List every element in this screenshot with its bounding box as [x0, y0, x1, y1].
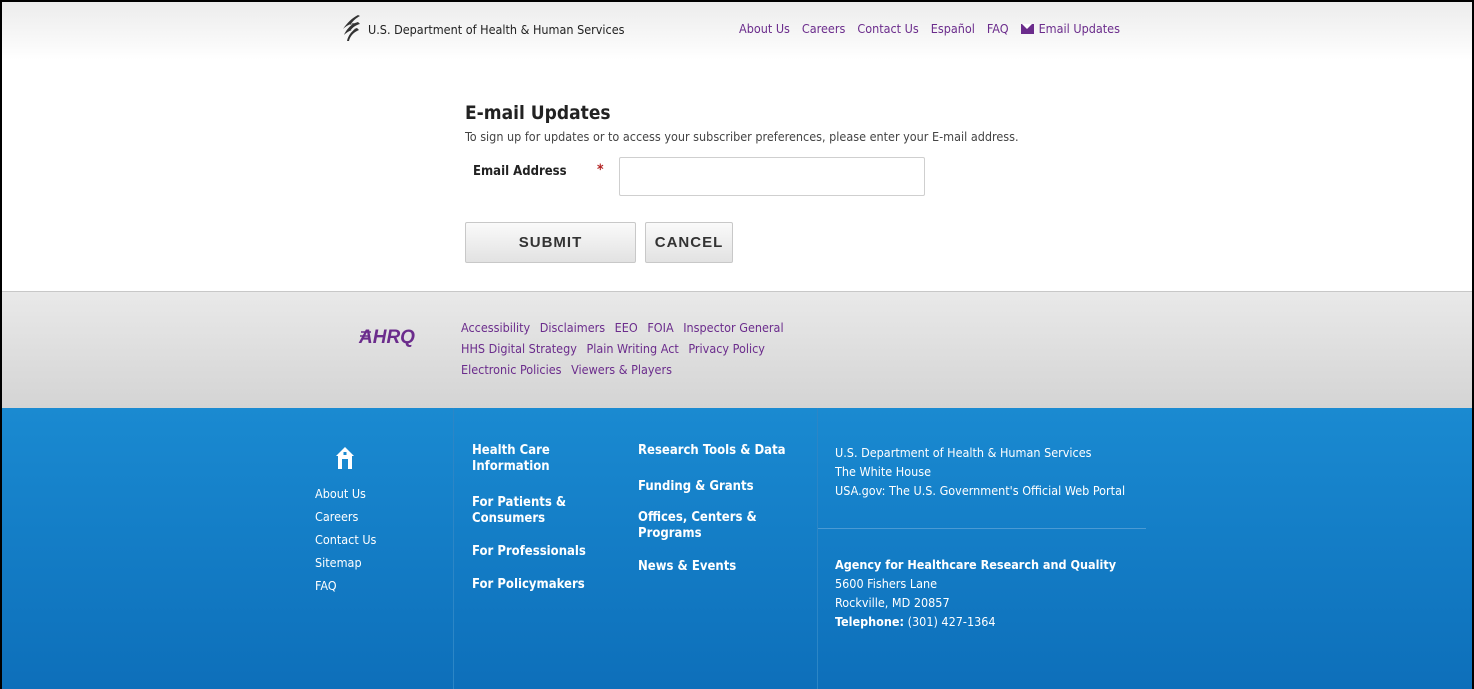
address-street: 5600 Fishers Lane: [835, 576, 938, 591]
phone-number: (301) 427-1364: [907, 614, 996, 629]
footer-link-sitemap[interactable]: Sitemap: [315, 551, 376, 574]
link-disclaimers[interactable]: Disclaimers: [540, 320, 605, 335]
footer-divider: [817, 408, 818, 689]
footer-col-resources: Research Tools & Data Funding & Grants O…: [638, 443, 798, 575]
footer-hr: [818, 528, 1146, 529]
link-plain-writing-act[interactable]: Plain Writing Act: [586, 341, 678, 356]
policy-links: Accessibility Disclaimers EEO FOIA Inspe…: [461, 317, 790, 380]
footer-link-funding-grants[interactable]: Funding & Grants: [638, 479, 798, 495]
policy-links-row-3: Electronic Policies Viewers & Players: [461, 359, 790, 380]
top-header: U.S. Department of Health & Human Servic…: [2, 2, 1472, 60]
footer-address: Agency for Healthcare Research and Quali…: [835, 555, 1116, 631]
footer-col-quick-links: About Us Careers Contact Us Sitemap FAQ: [315, 482, 376, 597]
page-title: E-mail Updates: [465, 102, 611, 124]
required-marker: *: [597, 162, 604, 178]
footer-link-hhs[interactable]: U.S. Department of Health & Human Servic…: [835, 443, 1125, 462]
link-inspector-general[interactable]: Inspector General: [683, 320, 783, 335]
link-electronic-policies[interactable]: Electronic Policies: [461, 362, 562, 377]
footer-link-usa-gov[interactable]: USA.gov: The U.S. Government's Official …: [835, 481, 1125, 500]
email-address-input[interactable]: [619, 157, 925, 196]
footer-link-careers[interactable]: Careers: [315, 505, 376, 528]
policy-links-row-2: HHS Digital Strategy Plain Writing Act P…: [461, 338, 790, 359]
submit-button[interactable]: SUBMIT: [465, 222, 636, 263]
hhs-eagle-logo-icon[interactable]: [338, 14, 362, 42]
nav-faq[interactable]: FAQ: [987, 21, 1009, 36]
link-hhs-digital-strategy[interactable]: HHS Digital Strategy: [461, 341, 577, 356]
footer-link-offices-centers[interactable]: Offices, Centers & Programs: [638, 510, 758, 542]
ahrq-logo[interactable]: AHRQ: [357, 323, 417, 349]
link-foia[interactable]: FOIA: [647, 320, 673, 335]
home-icon[interactable]: [335, 446, 355, 470]
form-description: To sign up for updates or to access your…: [465, 129, 1019, 144]
policy-links-band: AHRQ Accessibility Disclaimers EEO FOIA …: [2, 291, 1472, 408]
footer-link-patients-consumers[interactable]: For Patients & Consumers: [472, 495, 572, 527]
footer-divider: [453, 408, 454, 689]
address-city: Rockville, MD 20857: [835, 595, 950, 610]
cancel-button[interactable]: CANCEL: [645, 222, 733, 263]
footer-link-about-us[interactable]: About Us: [315, 482, 376, 505]
address-org: Agency for Healthcare Research and Quali…: [835, 557, 1117, 572]
nav-careers[interactable]: Careers: [802, 21, 845, 36]
address-phone: Telephone: (301) 427-1364: [835, 612, 1116, 631]
svg-text:AHRQ: AHRQ: [358, 327, 415, 348]
link-accessibility[interactable]: Accessibility: [461, 320, 530, 335]
footer-link-white-house[interactable]: The White House: [835, 462, 1125, 481]
footer-link-professionals[interactable]: For Professionals: [472, 544, 612, 560]
site-footer: About Us Careers Contact Us Sitemap FAQ …: [2, 408, 1472, 689]
nav-espanol[interactable]: Español: [931, 21, 975, 36]
hhs-agency-name[interactable]: U.S. Department of Health & Human Servic…: [368, 22, 625, 37]
footer-link-health-care-information[interactable]: Health Care Information: [472, 443, 562, 475]
footer-link-contact-us[interactable]: Contact Us: [315, 528, 376, 551]
nav-contact-us[interactable]: Contact Us: [857, 21, 918, 36]
footer-link-policymakers[interactable]: For Policymakers: [472, 577, 612, 593]
nav-email-updates-label: Email Updates: [1038, 21, 1120, 36]
nav-about-us[interactable]: About Us: [739, 21, 790, 36]
phone-label: Telephone:: [835, 614, 905, 629]
top-nav: About Us Careers Contact Us Español FAQ …: [739, 21, 1132, 36]
link-privacy-policy[interactable]: Privacy Policy: [688, 341, 765, 356]
policy-links-row-1: Accessibility Disclaimers EEO FOIA Inspe…: [461, 317, 790, 338]
footer-col-topics: Health Care Information For Patients & C…: [472, 443, 612, 593]
footer-link-news-events[interactable]: News & Events: [638, 559, 798, 575]
link-eeo[interactable]: EEO: [615, 320, 638, 335]
nav-email-updates[interactable]: Email Updates: [1020, 21, 1120, 36]
email-address-label: Email Address: [473, 164, 567, 179]
footer-col-government: U.S. Department of Health & Human Servic…: [835, 443, 1125, 500]
footer-link-research-tools[interactable]: Research Tools & Data: [638, 443, 798, 459]
footer-link-faq[interactable]: FAQ: [315, 574, 376, 597]
envelope-icon: [1020, 23, 1034, 34]
link-viewers-players[interactable]: Viewers & Players: [571, 362, 672, 377]
